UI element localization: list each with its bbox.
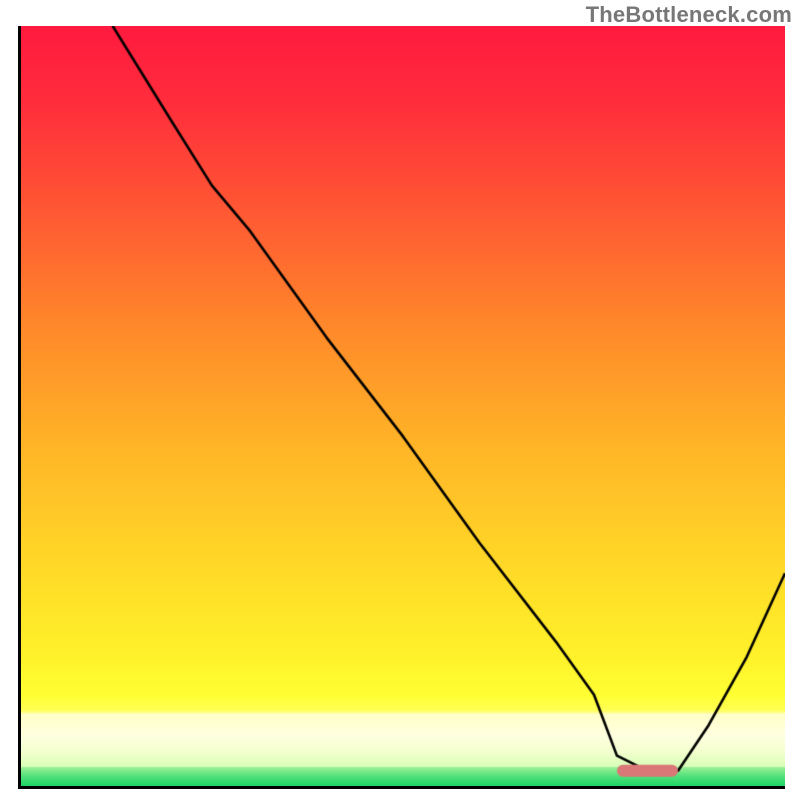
chart-frame: TheBottleneck.com — [0, 0, 800, 800]
plot-area — [18, 26, 785, 789]
bottleneck-curve — [21, 26, 785, 786]
watermark-text: TheBottleneck.com — [586, 2, 792, 28]
